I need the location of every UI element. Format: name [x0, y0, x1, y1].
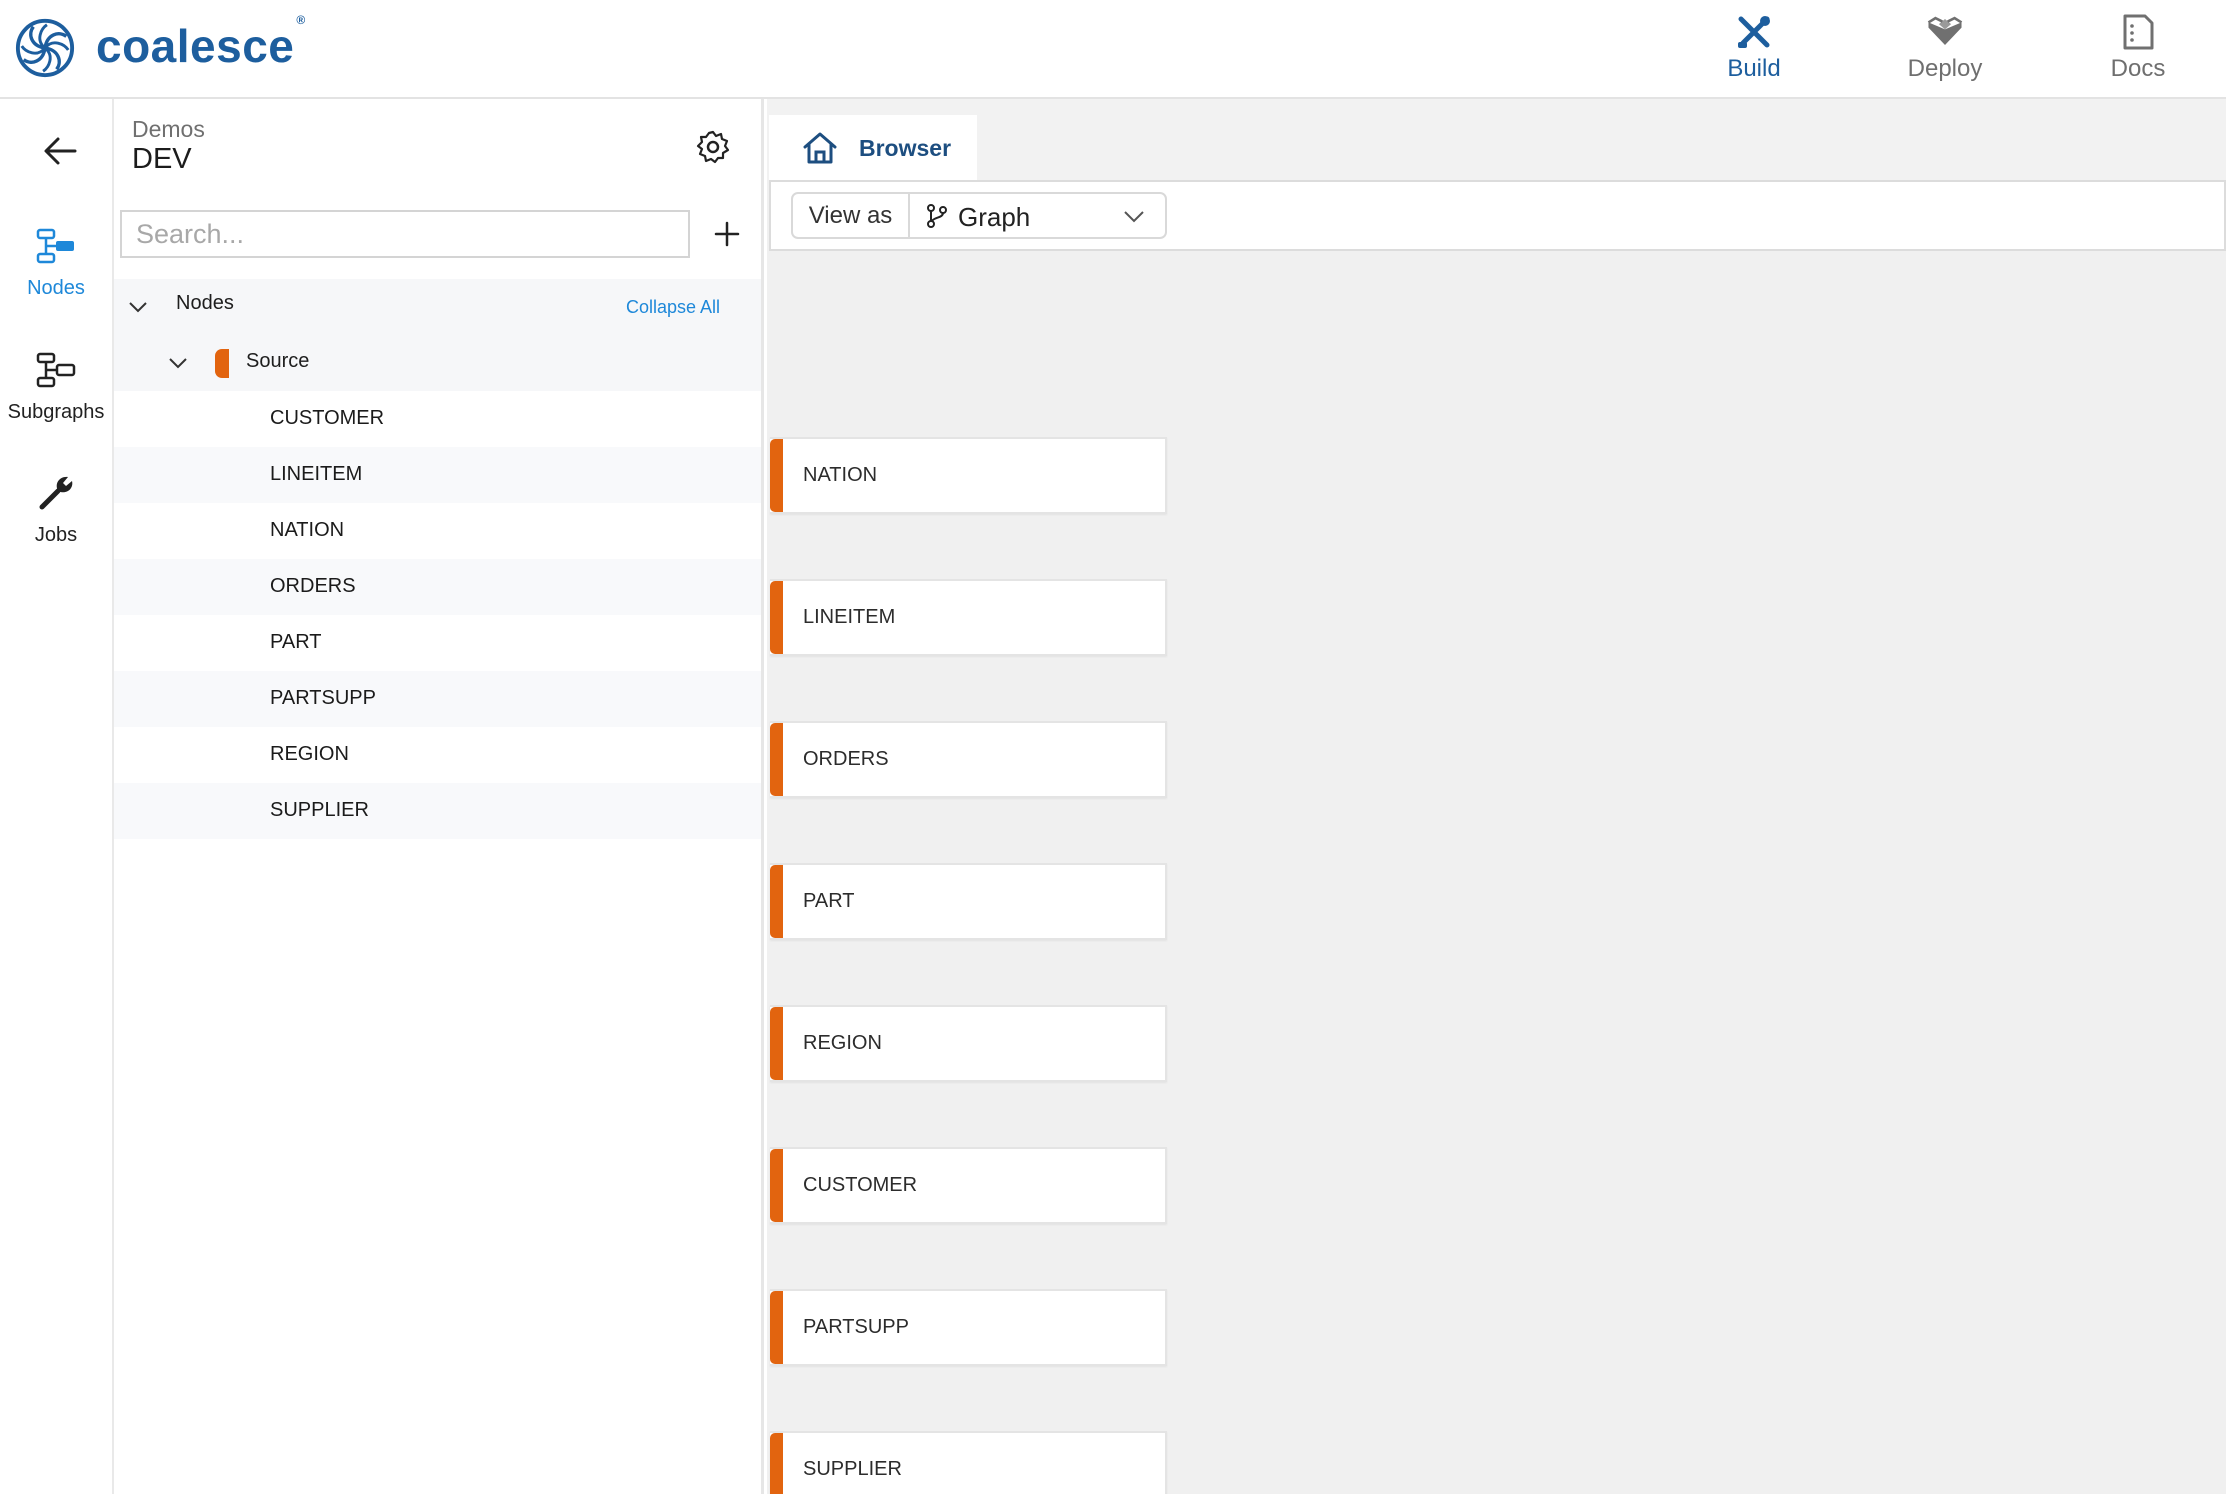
tab-browser[interactable]: Browser	[769, 115, 977, 180]
registered-mark: ®	[296, 12, 306, 27]
node-type-bar	[770, 1007, 783, 1080]
tree-item-label: SUPPLIER	[270, 799, 369, 821]
graph-node-label: LINEITEM	[803, 606, 896, 628]
nav-build-label: Build	[1727, 55, 1781, 82]
plus-icon	[714, 221, 740, 247]
rail-jobs[interactable]: Jobs	[0, 472, 112, 547]
graph-node-label: CUSTOMER	[803, 1174, 918, 1196]
tree-item-label: LINEITEM	[270, 463, 363, 485]
tree-item-label: PARTSUPP	[270, 687, 376, 709]
build-icon	[1734, 12, 1774, 52]
wrench-icon	[35, 472, 77, 514]
node-type-bar	[770, 865, 783, 938]
graph-node[interactable]: LINEITEM	[770, 579, 1167, 656]
chevron-down-icon[interactable]	[124, 293, 152, 321]
rail-subgraphs-label: Subgraphs	[7, 401, 105, 423]
node-type-bar	[770, 581, 783, 654]
view-as-value: Graph	[958, 202, 1031, 232]
view-as-dropdown[interactable]: Graph	[910, 194, 1165, 237]
node-type-bar	[770, 723, 783, 796]
rail-subgraphs[interactable]: Subgraphs	[0, 349, 112, 424]
node-type-bar	[770, 1433, 783, 1494]
chevron-down-icon	[1124, 211, 1144, 223]
brand-text: coalesce	[96, 20, 295, 72]
graph-node[interactable]: NATION	[770, 437, 1167, 514]
tree-item[interactable]: PARTSUPP	[114, 671, 761, 727]
tree-item-label: NATION	[270, 519, 345, 541]
tree-item-label: CUSTOMER	[270, 407, 385, 429]
tree-group-label: Source	[246, 350, 310, 372]
tree-root-row[interactable]: Nodes Collapse All	[114, 279, 761, 335]
node-type-bar	[770, 1291, 783, 1364]
graph-node[interactable]: ORDERS	[770, 721, 1167, 798]
graph-node-label: NATION	[803, 464, 878, 486]
rail-nodes[interactable]: Nodes	[0, 225, 112, 300]
tree-item[interactable]: REGION	[114, 727, 761, 783]
source-tag	[215, 349, 229, 378]
chevron-down-icon[interactable]	[164, 349, 192, 377]
environment-name: DEV	[132, 143, 192, 175]
collapse-all-link[interactable]: Collapse All	[626, 297, 720, 318]
tree-node-list: CUSTOMER LINEITEM NATION ORDERS PART PAR…	[114, 391, 761, 839]
nav-deploy[interactable]: Deploy	[1875, 0, 2015, 97]
tab-strip: Browser	[767, 99, 2226, 180]
search-input[interactable]	[120, 210, 690, 258]
graph-node[interactable]: PART	[770, 863, 1167, 940]
nodes-icon	[35, 225, 77, 267]
brand-name: coalesce®	[96, 13, 306, 73]
tab-browser-label: Browser	[859, 135, 952, 161]
tree-item-label: PART	[270, 631, 322, 653]
tree-group-source[interactable]: Source	[114, 335, 761, 391]
graph-node[interactable]: PARTSUPP	[770, 1289, 1167, 1366]
tree-item[interactable]: PART	[114, 615, 761, 671]
node-type-bar	[770, 439, 783, 512]
top-bar: coalesce® Build Deploy Docs	[0, 0, 2226, 99]
browser-toolbar: View as Graph	[769, 180, 2226, 251]
back-arrow-icon[interactable]	[38, 129, 82, 173]
tree-item[interactable]: NATION	[114, 503, 761, 559]
coalesce-logo[interactable]: coalesce®	[14, 13, 306, 80]
add-node-button[interactable]	[704, 211, 750, 257]
rail-nodes-label: Nodes	[27, 277, 85, 299]
subgraphs-icon	[35, 349, 77, 391]
tree-root-label: Nodes	[176, 292, 234, 314]
graph-node[interactable]: CUSTOMER	[770, 1147, 1167, 1224]
branch-icon	[927, 204, 947, 228]
tree-item[interactable]: ORDERS	[114, 559, 761, 615]
graph-node[interactable]: SUPPLIER	[770, 1431, 1167, 1494]
tree-item[interactable]: SUPPLIER	[114, 783, 761, 839]
tree-item[interactable]: CUSTOMER	[114, 391, 761, 447]
docs-icon	[2118, 12, 2158, 52]
home-icon	[801, 130, 839, 166]
left-rail: Nodes Subgraphs Jobs	[0, 99, 114, 1494]
deploy-icon	[1925, 12, 1965, 52]
project-name: Demos	[132, 116, 205, 142]
graph-node-label: PART	[803, 890, 855, 912]
main-area: Browser View as Graph NATION LINEITEM OR	[767, 99, 2226, 1494]
node-tree-panel: Demos DEV Nodes Collapse All Source CUST…	[114, 99, 764, 1494]
graph-node-label: REGION	[803, 1032, 882, 1054]
graph-node[interactable]: REGION	[770, 1005, 1167, 1082]
view-as-label: View as	[793, 194, 910, 237]
nav-docs-label: Docs	[2110, 55, 2166, 82]
tree-item-label: REGION	[270, 743, 349, 765]
tree-item-label: ORDERS	[270, 575, 356, 597]
rail-jobs-label: Jobs	[34, 524, 78, 546]
graph-node-label: PARTSUPP	[803, 1316, 909, 1338]
graph-node-label: ORDERS	[803, 748, 889, 770]
node-type-bar	[770, 1149, 783, 1222]
graph-node-label: SUPPLIER	[803, 1458, 902, 1480]
nav-build[interactable]: Build	[1684, 0, 1824, 97]
view-as-select[interactable]: View as Graph	[791, 192, 1167, 239]
gear-icon[interactable]	[693, 127, 733, 167]
tree-item[interactable]: LINEITEM	[114, 447, 761, 503]
nav-docs[interactable]: Docs	[2068, 0, 2208, 97]
coalesce-logo-icon	[15, 18, 75, 78]
graph-canvas[interactable]: NATION LINEITEM ORDERS PART REGION CUSTO…	[767, 319, 2226, 1494]
nav-deploy-label: Deploy	[1907, 55, 1983, 82]
